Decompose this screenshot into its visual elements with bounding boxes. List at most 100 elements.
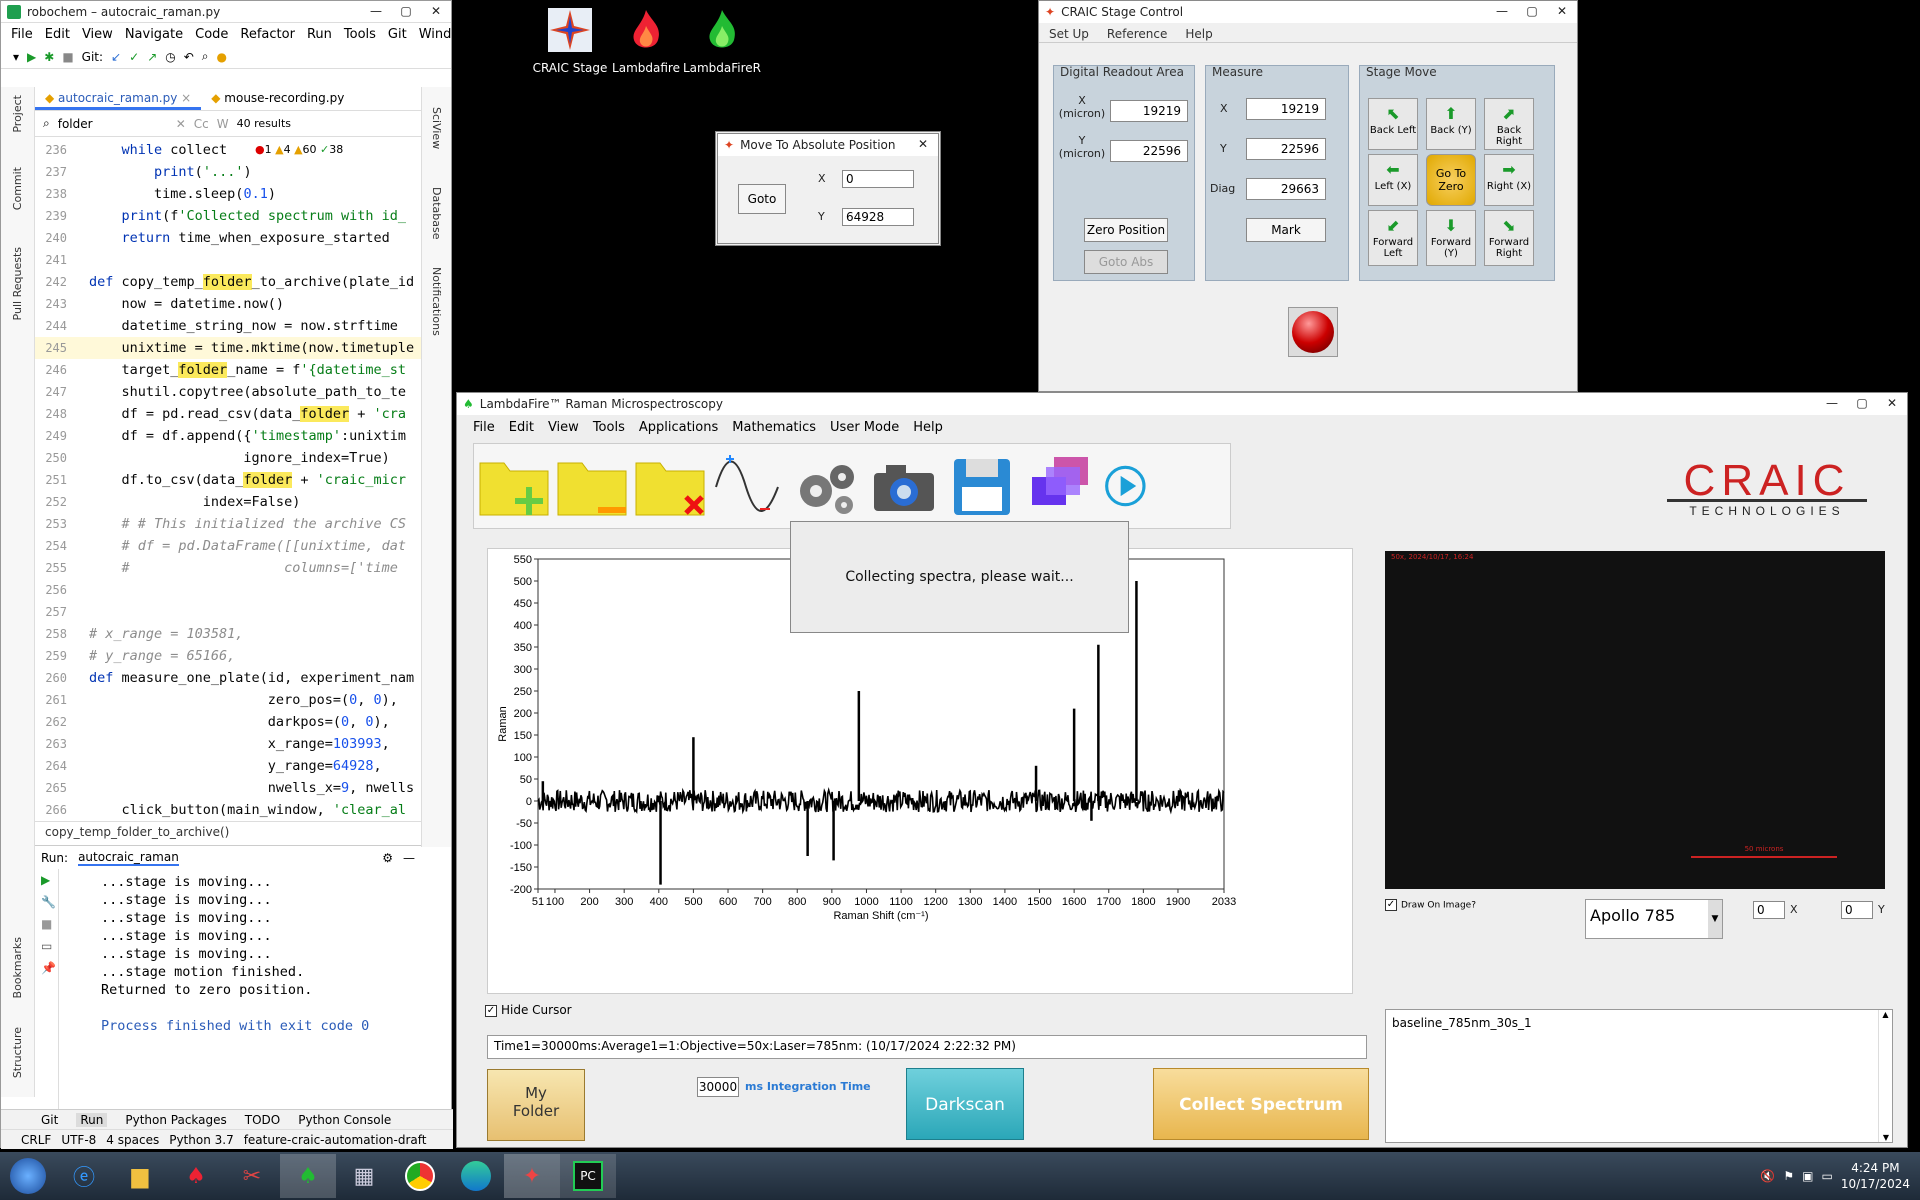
menu-item[interactable]: Git <box>388 27 407 42</box>
git-commit-icon[interactable]: ✓ <box>129 50 139 64</box>
pos-y-input[interactable]: 0 <box>1841 901 1873 919</box>
git-update-icon[interactable]: ↙ <box>111 50 121 64</box>
waveform-icon[interactable] <box>712 453 784 519</box>
forward-y-button[interactable]: ⬇ Forward (Y) <box>1426 210 1476 266</box>
structure-tool-tab[interactable]: Structure <box>11 1027 24 1078</box>
menu-item[interactable]: File <box>473 420 495 435</box>
taskbar-ie[interactable]: ⓔ <box>56 1154 112 1198</box>
code-line[interactable]: 255 # columns=['time <box>35 557 421 579</box>
menu-item[interactable]: H <box>482 27 492 42</box>
back-right-button[interactable]: ⬈ Back Right <box>1484 98 1534 150</box>
draw-on-image-checkbox[interactable]: ✓ Draw On Image? <box>1385 899 1476 911</box>
taskbar-chrome[interactable] <box>392 1154 448 1198</box>
python-console-tool-tab[interactable]: Python Console <box>298 1113 391 1127</box>
git-tool-tab[interactable]: Git <box>41 1113 58 1127</box>
integration-time-input[interactable]: 30000 <box>697 1077 739 1097</box>
code-line[interactable]: 251 df.to_csv(data_folder + 'craic_micr <box>35 469 421 491</box>
code-line[interactable]: 238 time.sleep(0.1) <box>35 183 421 205</box>
code-line[interactable]: 260 def measure_one_plate(id, experiment_… <box>35 667 421 689</box>
menu-item[interactable]: Navigate <box>125 27 183 42</box>
scrollbar[interactable]: ▲ ▼ <box>1878 1010 1892 1142</box>
pin-icon[interactable]: 📌 <box>35 957 58 979</box>
desktop-icon-lambdafire[interactable]: Lambdafire <box>606 6 686 75</box>
interpreter-status[interactable]: Python 3.7 <box>169 1133 234 1147</box>
hide-panel-icon[interactable]: — <box>403 851 415 865</box>
clear-icon[interactable]: ✕ <box>176 117 186 131</box>
git-branch-status[interactable]: feature-craic-automation-draft <box>244 1133 427 1147</box>
chevron-down-icon[interactable]: ▼ <box>1708 900 1722 938</box>
commit-tool-tab[interactable]: Commit <box>11 167 24 210</box>
goto-y-input[interactable]: 64928 <box>842 208 914 226</box>
darkscan-button[interactable]: Darkscan <box>906 1068 1024 1140</box>
debug-icon[interactable]: ✱ <box>44 50 54 64</box>
code-line[interactable]: 262 darkpos=(0, 0), <box>35 711 421 733</box>
code-line[interactable]: 261 zero_pos=(0, 0), <box>35 689 421 711</box>
taskbar-snipping[interactable]: ✂ <box>224 1154 280 1198</box>
code-line[interactable]: 250 ignore_index=True) <box>35 447 421 469</box>
notifications-tool-tab[interactable]: Notifications <box>430 267 443 336</box>
remove-folder-icon[interactable] <box>556 453 628 519</box>
right-x-button[interactable]: ➡ Right (X) <box>1484 154 1534 206</box>
menu-item[interactable]: Code <box>195 27 228 42</box>
menu-item[interactable]: Mathematics <box>732 420 816 435</box>
menu-item[interactable]: Applications <box>639 420 718 435</box>
forward-right-button[interactable]: ⬊ Forward Right <box>1484 210 1534 266</box>
close-icon[interactable]: ✕ <box>1547 1 1577 21</box>
wrench-icon[interactable]: 🔧 <box>35 891 58 913</box>
delete-folder-icon[interactable] <box>634 453 706 519</box>
taskbar-explorer[interactable]: ▆ <box>112 1154 168 1198</box>
code-line[interactable]: 239 print(f'Collected spectrum with id_ <box>35 205 421 227</box>
minimize-icon[interactable]: — <box>1487 1 1517 21</box>
code-line[interactable]: 256 <box>35 579 421 601</box>
whole-words-toggle[interactable]: W <box>217 117 229 131</box>
run-config-tab[interactable]: autocraic_raman <box>78 850 179 866</box>
code-line[interactable]: 266 click_button(main_window, 'clear_al <box>35 799 421 819</box>
menu-item[interactable]: Tools <box>344 27 376 42</box>
code-line[interactable]: 249 df = df.append({'timestamp':unixtim <box>35 425 421 447</box>
history-icon[interactable]: ◷ <box>165 50 175 64</box>
code-line[interactable]: 264 y_range=64928, <box>35 755 421 777</box>
layout-icon[interactable]: ▭ <box>35 935 58 957</box>
menu-help[interactable]: Help <box>1185 27 1212 41</box>
desktop-icon-craic-stage[interactable]: CRAIC Stage <box>530 6 610 75</box>
code-line[interactable]: 237 print('...') <box>35 161 421 183</box>
goto-x-input[interactable]: 0 <box>842 170 914 188</box>
goto-button[interactable]: Goto <box>738 184 786 214</box>
code-line[interactable]: 240 return time_when_exposure_started <box>35 227 421 249</box>
close-icon[interactable]: ✕ <box>421 1 451 21</box>
export-windows-icon[interactable] <box>1024 453 1096 519</box>
code-editor[interactable]: 236 while collect 237 print('...') 238 tim… <box>35 139 421 819</box>
code-line[interactable]: 248 df = pd.read_csv(data_folder + 'cra <box>35 403 421 425</box>
dropdown-icon[interactable]: ▾ <box>13 50 19 64</box>
update-icon[interactable]: ● <box>217 50 227 64</box>
spectra-list[interactable]: baseline_785nm_30s_1 ▲ ▼ <box>1385 1009 1893 1143</box>
zero-position-button[interactable]: Zero Position <box>1084 218 1168 242</box>
close-icon[interactable]: ✕ <box>1877 393 1907 413</box>
code-line[interactable]: 236 while collect <box>35 139 421 161</box>
menu-item[interactable]: Tools <box>593 420 625 435</box>
back-y-button[interactable]: ⬆ Back (Y) <box>1426 98 1476 150</box>
menu-item[interactable]: Refactor <box>240 27 295 42</box>
play-icon[interactable] <box>1102 453 1158 519</box>
stop-icon[interactable]: ■ <box>62 50 73 64</box>
goto-abs-button[interactable]: Goto Abs <box>1084 250 1168 274</box>
back-left-button[interactable]: ⬉ Back Left <box>1368 98 1418 150</box>
menu-item[interactable]: Help <box>913 420 943 435</box>
mark-button[interactable]: Mark <box>1246 218 1326 242</box>
new-folder-icon[interactable] <box>478 453 550 519</box>
battery-icon[interactable]: ▭ <box>1821 1169 1832 1183</box>
line-separator-status[interactable]: CRLF <box>21 1133 51 1147</box>
todo-tool-tab[interactable]: TODO <box>245 1113 280 1127</box>
menu-reference[interactable]: Reference <box>1107 27 1167 41</box>
run-console-output[interactable]: ...stage is moving... ...stage is moving.… <box>101 871 369 1034</box>
menu-item[interactable]: Window <box>419 27 470 42</box>
code-line[interactable]: 263 x_range=103993, <box>35 733 421 755</box>
code-line[interactable]: 253 # # This initialized the archive CS <box>35 513 421 535</box>
taskbar-calculator[interactable]: ▦ <box>336 1154 392 1198</box>
maximize-icon[interactable]: ▢ <box>1517 1 1547 21</box>
volume-muted-icon[interactable]: 🔇 <box>1760 1169 1775 1183</box>
close-icon[interactable]: ✕ <box>908 134 938 154</box>
gear-icon[interactable]: ⚙ <box>382 851 393 865</box>
python-packages-tool-tab[interactable]: Python Packages <box>125 1113 226 1127</box>
sciview-tool-tab[interactable]: SciView <box>430 107 443 149</box>
